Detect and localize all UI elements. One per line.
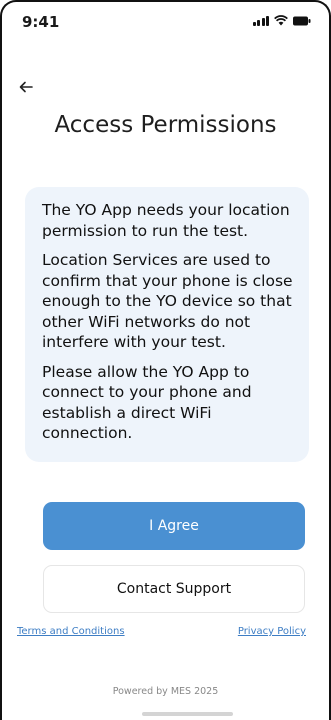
powered-by-text: Powered by MES 2025	[112, 686, 219, 697]
back-arrow-icon[interactable]	[18, 78, 38, 96]
status-icons	[252, 15, 312, 26]
page-title: Access Permissions	[54, 112, 277, 138]
status-bar: 9:41	[2, 2, 329, 42]
status-time: 9:41	[22, 13, 60, 31]
terms-and-conditions-link[interactable]: Terms and Conditions	[17, 626, 125, 637]
phone-screen: 9:41 Access Permissions The YO App needs…	[0, 0, 331, 720]
signal-icon	[252, 15, 269, 26]
info-paragraph: Location Services are used to confirm th…	[42, 251, 293, 351]
agree-button[interactable]: I Agree	[43, 502, 305, 550]
home-indicator[interactable]	[142, 712, 233, 716]
info-paragraph: The YO App needs your location permissio…	[42, 201, 290, 240]
wifi-icon	[274, 15, 288, 26]
privacy-policy-link[interactable]: Privacy Policy	[238, 626, 306, 637]
info-paragraph: Please allow the YO App to connect to yo…	[42, 362, 252, 443]
battery-icon	[293, 16, 311, 26]
permission-info-card: The YO App needs your location permissio…	[25, 187, 309, 462]
contact-support-button[interactable]: Contact Support	[43, 565, 305, 613]
